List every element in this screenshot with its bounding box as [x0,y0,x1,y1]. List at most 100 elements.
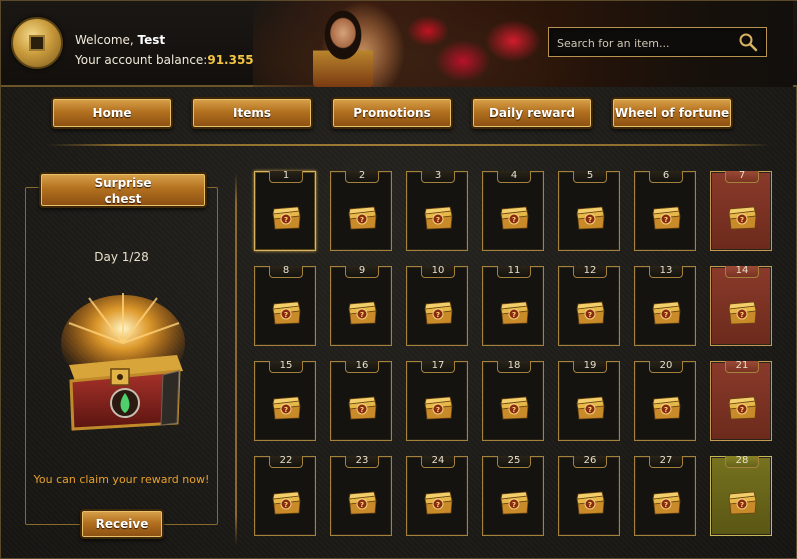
balance-value: 91.355 [207,53,254,67]
search-input[interactable] [557,34,727,52]
day-number: 25 [497,456,531,468]
day-number: 4 [497,171,531,183]
panel-title-line2: chest [104,192,142,206]
reward-day-cell[interactable]: 28? [710,456,772,536]
nav-divider [47,144,771,146]
day-number: 8 [269,266,303,278]
magnifier-icon[interactable] [738,32,758,52]
mystery-chest-icon: ? [423,394,453,420]
day-number: 19 [573,361,607,373]
receive-button[interactable]: Receive [80,509,164,539]
reward-day-cell[interactable]: 15? [254,361,316,441]
glowing-chest-icon [61,293,185,431]
welcome-text: Welcome, Test [75,33,165,47]
mystery-chest-icon: ? [575,394,605,420]
reward-day-cell[interactable]: 23? [330,456,392,536]
claim-message: You can claim your reward now! [33,473,210,486]
reward-day-cell[interactable]: 1? [254,171,316,251]
reward-day-cell[interactable]: 13? [634,266,696,346]
svg-text:?: ? [360,311,364,319]
search-box [548,27,767,57]
reward-calendar-grid: 1? 2? 3? 4? 5? 6? 7? 8? 9? 10? 11? 12? 13? 14? 15? 16? 1… [254,171,774,541]
reward-day-cell[interactable]: 3? [406,171,468,251]
mystery-chest-icon: ? [651,394,681,420]
nav-daily-reward-button[interactable]: Daily reward [471,97,593,129]
svg-text:?: ? [740,216,744,224]
mystery-chest-icon: ? [347,489,377,515]
nav-wheel-of-fortune-button[interactable]: Wheel of fortune [611,97,733,129]
svg-text:?: ? [436,501,440,509]
nav-items-button[interactable]: Items [191,97,313,129]
svg-text:?: ? [740,501,744,509]
reward-day-cell[interactable]: 5? [558,171,620,251]
day-number: 7 [725,171,759,183]
day-number: 6 [649,171,683,183]
day-number: 21 [725,361,759,373]
reward-day-cell[interactable]: 25? [482,456,544,536]
mystery-chest-icon: ? [347,204,377,230]
coin-logo-icon [11,17,63,69]
reward-day-cell[interactable]: 19? [558,361,620,441]
mystery-chest-icon: ? [575,489,605,515]
reward-day-cell[interactable]: 2? [330,171,392,251]
reward-day-cell[interactable]: 11? [482,266,544,346]
mystery-chest-icon: ? [271,489,301,515]
mystery-chest-icon: ? [499,204,529,230]
mystery-chest-icon: ? [423,204,453,230]
reward-day-cell[interactable]: 6? [634,171,696,251]
panel-title: Surprise chest [39,172,207,208]
reward-day-cell[interactable]: 21? [710,361,772,441]
reward-day-cell[interactable]: 20? [634,361,696,441]
svg-text:?: ? [284,501,288,509]
day-number: 16 [345,361,379,373]
reward-day-cell[interactable]: 14? [710,266,772,346]
svg-text:?: ? [360,216,364,224]
mystery-chest-icon: ? [271,299,301,325]
reward-day-cell[interactable]: 16? [330,361,392,441]
mystery-chest-icon: ? [651,204,681,230]
day-number: 11 [497,266,531,278]
mystery-chest-icon: ? [423,489,453,515]
day-number: 15 [269,361,303,373]
reward-day-cell[interactable]: 4? [482,171,544,251]
reward-day-cell[interactable]: 18? [482,361,544,441]
day-number: 22 [269,456,303,468]
welcome-prefix: Welcome, [75,33,138,47]
day-number: 26 [573,456,607,468]
day-number: 20 [649,361,683,373]
mystery-chest-icon: ? [575,204,605,230]
svg-text:?: ? [360,406,364,414]
reward-day-cell[interactable]: 26? [558,456,620,536]
reward-day-cell[interactable]: 27? [634,456,696,536]
day-number: 12 [573,266,607,278]
day-number: 3 [421,171,455,183]
mystery-chest-icon: ? [727,204,757,230]
mystery-chest-icon: ? [727,394,757,420]
day-number: 13 [649,266,683,278]
svg-text:?: ? [588,501,592,509]
svg-text:?: ? [284,406,288,414]
reward-day-cell[interactable]: 22? [254,456,316,536]
svg-text:?: ? [588,216,592,224]
svg-text:?: ? [588,311,592,319]
reward-day-cell[interactable]: 9? [330,266,392,346]
mystery-chest-icon: ? [347,299,377,325]
nav-home-button[interactable]: Home [51,97,173,129]
nav-promotions-button[interactable]: Promotions [331,97,453,129]
reward-day-cell[interactable]: 7? [710,171,772,251]
reward-day-cell[interactable]: 24? [406,456,468,536]
day-number: 2 [345,171,379,183]
warrior-figure [313,5,373,87]
reward-day-cell[interactable]: 10? [406,266,468,346]
reward-day-cell[interactable]: 17? [406,361,468,441]
day-number: 10 [421,266,455,278]
day-number: 28 [725,456,759,468]
reward-day-cell[interactable]: 12? [558,266,620,346]
reward-day-cell[interactable]: 8? [254,266,316,346]
mystery-chest-icon: ? [727,489,757,515]
svg-text:?: ? [664,501,668,509]
svg-text:?: ? [512,501,516,509]
mystery-chest-icon: ? [575,299,605,325]
day-number: 9 [345,266,379,278]
account-balance: Your account balance:91.355 [75,53,254,67]
